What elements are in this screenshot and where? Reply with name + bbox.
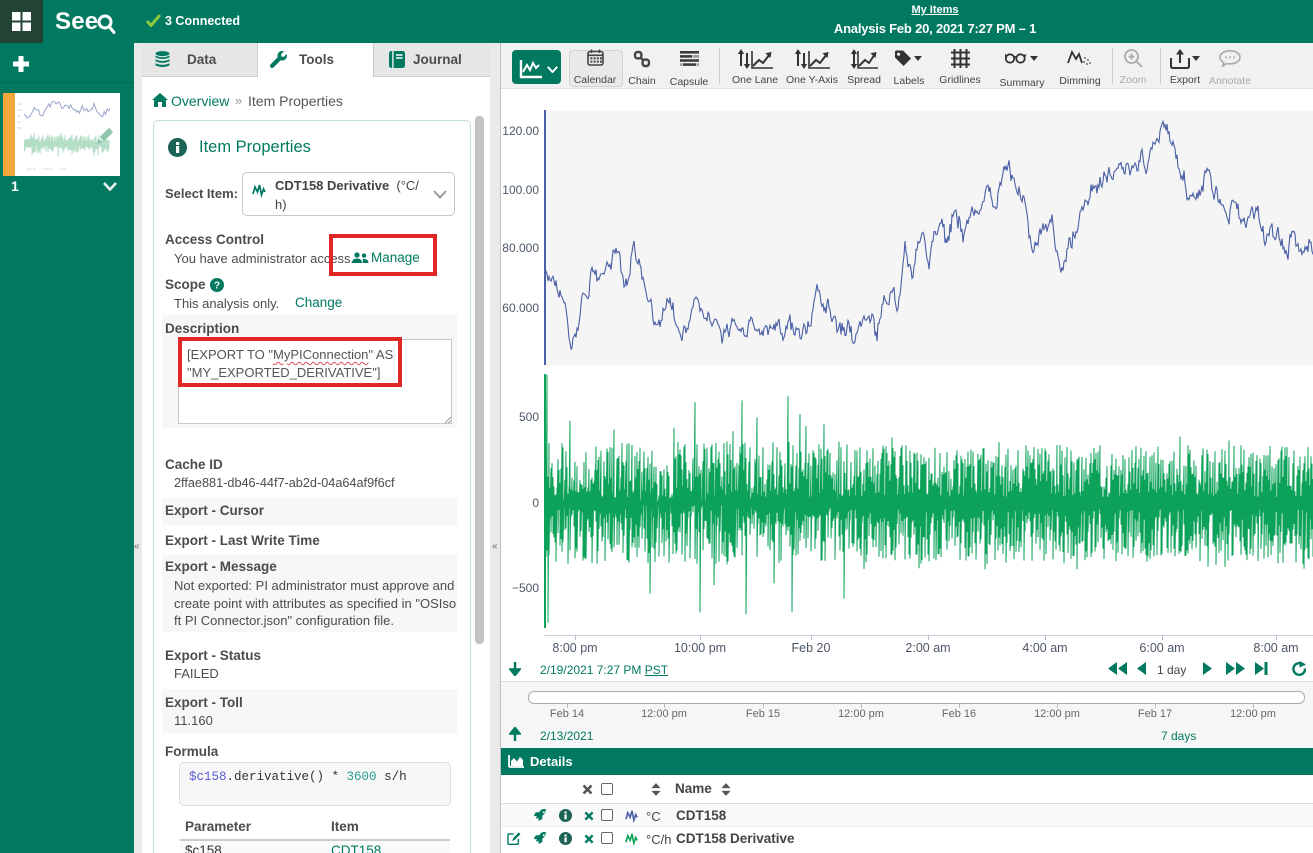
- svg-text:?: ?: [214, 281, 220, 292]
